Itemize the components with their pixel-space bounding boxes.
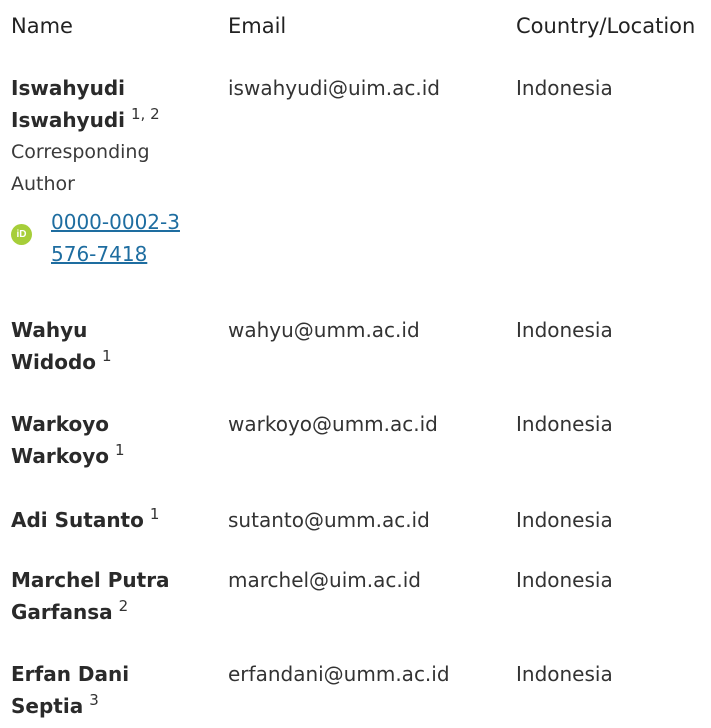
author-cell: Marchel Putra Garfansa 2: [11, 564, 228, 628]
author-name-text: Marchel Putra Garfansa: [11, 568, 170, 624]
table-row: Adi Sutanto 1 sutanto@umm.ac.id Indonesia: [11, 504, 711, 564]
author-email: erfandani@umm.ac.id: [228, 662, 450, 686]
author-name-text: Wahyu Widodo: [11, 318, 97, 374]
orcid-icon: iD: [11, 224, 32, 245]
author-country: Indonesia: [516, 76, 613, 100]
affiliation-marker: 2: [118, 597, 129, 616]
author-cell: Wahyu Widodo 1: [11, 314, 228, 378]
table-row: Wahyu Widodo 1 wahyu@umm.ac.id Indonesia: [11, 314, 711, 408]
author-country: Indonesia: [516, 568, 613, 592]
header-name: Name: [11, 14, 73, 38]
table-row: Erfan Dani Septia 3 erfandani@umm.ac.id I…: [11, 658, 711, 728]
author-cell: Erfan Dani Septia 3: [11, 658, 228, 722]
author-name-text: Iswahyudi Iswahyudi: [11, 76, 126, 132]
orcid-entry: iD 0000-0002-3576-7418: [11, 206, 228, 270]
header-country: Country/Location: [516, 14, 696, 38]
author-email: wahyu@umm.ac.id: [228, 318, 420, 342]
author-name-text: Erfan Dani Septia: [11, 662, 130, 718]
affiliation-marker: 1, 2: [131, 105, 160, 124]
orcid-link[interactable]: 0000-0002-3576-7418: [51, 206, 181, 270]
author-email: iswahyudi@uim.ac.id: [228, 76, 440, 100]
table-row: Marchel Putra Garfansa 2 marchel@uim.ac.i…: [11, 564, 711, 658]
author-name: Adi Sutanto 1: [11, 504, 211, 536]
author-name: Warkoyo Warkoyo 1: [11, 408, 161, 472]
table-row: Iswahyudi Iswahyudi 1, 2 Corresponding Au…: [11, 72, 711, 314]
table-header: Name Email Country/Location: [11, 10, 711, 44]
author-email: sutanto@umm.ac.id: [228, 508, 430, 532]
author-name-text: Warkoyo Warkoyo: [11, 412, 109, 468]
table-row: Warkoyo Warkoyo 1 warkoyo@umm.ac.id Indon…: [11, 408, 711, 504]
author-country: Indonesia: [516, 508, 613, 532]
author-country: Indonesia: [516, 662, 613, 686]
affiliation-marker: 3: [89, 691, 99, 710]
authors-table: Name Email Country/Location Iswahyudi Is…: [11, 10, 711, 728]
author-email: marchel@uim.ac.id: [228, 568, 421, 592]
author-country: Indonesia: [516, 318, 613, 342]
header-email: Email: [228, 14, 287, 38]
author-country: Indonesia: [516, 412, 613, 436]
affiliation-marker: 1: [149, 505, 160, 524]
author-cell: Iswahyudi Iswahyudi 1, 2 Corresponding Au…: [11, 72, 228, 270]
author-name: Wahyu Widodo 1: [11, 314, 161, 378]
author-role: Corresponding Author: [11, 141, 150, 195]
author-email: warkoyo@umm.ac.id: [228, 412, 438, 436]
affiliation-marker: 1: [115, 441, 125, 460]
author-cell: Adi Sutanto 1: [11, 504, 228, 536]
author-name-text: Adi Sutanto: [11, 508, 144, 532]
author-name: Erfan Dani Septia 3: [11, 658, 161, 722]
affiliation-marker: 1: [102, 347, 112, 366]
author-name: Marchel Putra Garfansa 2: [11, 564, 186, 628]
author-name: Iswahyudi Iswahyudi 1, 2: [11, 72, 171, 136]
author-cell: Warkoyo Warkoyo 1: [11, 408, 228, 472]
